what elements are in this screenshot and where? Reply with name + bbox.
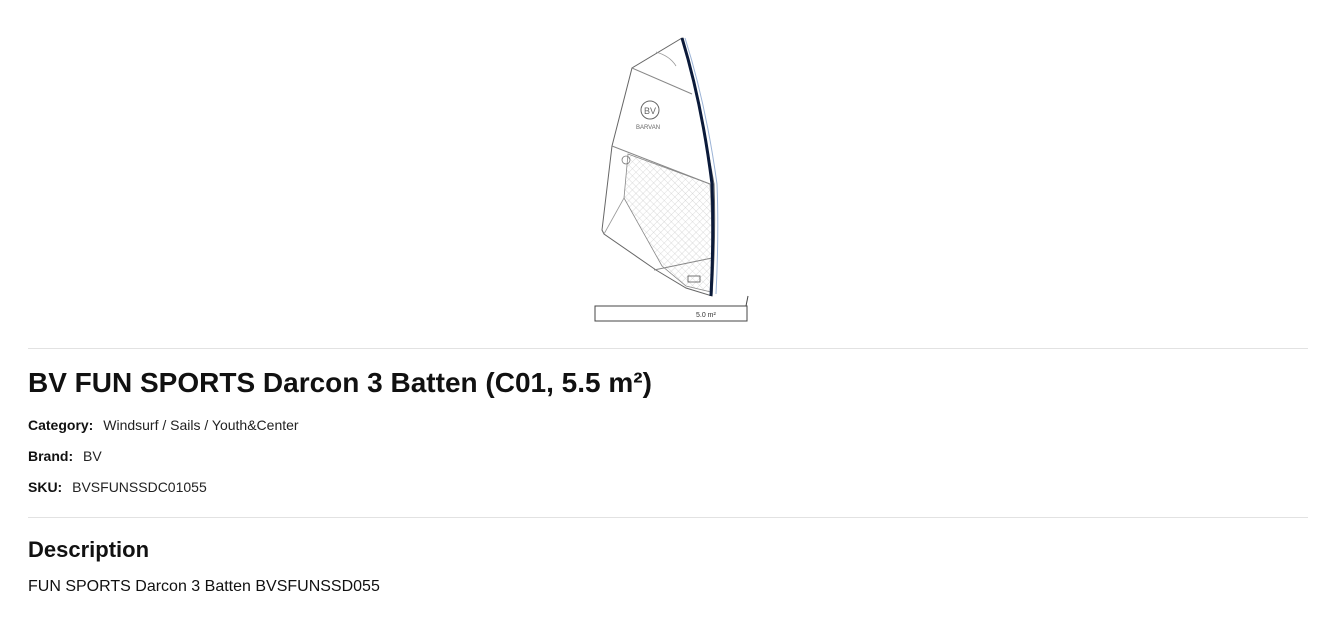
divider [28, 348, 1308, 349]
brand-row: Brand: BV [28, 446, 102, 466]
brand-label: Brand: [28, 448, 74, 464]
sail-size-label: 5.0 m² [696, 312, 717, 319]
description-text: FUN SPORTS Darcon 3 Batten BVSFUNSSD055 [28, 578, 380, 595]
windsurf-sail-drawing: BV BARVAN 5.0 m² [594, 37, 749, 322]
category-label: Category: [28, 417, 94, 433]
divider [28, 517, 1308, 518]
brand-value[interactable]: BV [83, 448, 102, 464]
category-row: Category: Windsurf / Sails / Youth&Cente… [28, 415, 299, 435]
description-heading: Description [28, 537, 150, 562]
product-image[interactable]: BV BARVAN 5.0 m² [590, 34, 754, 326]
sku-row: SKU: BVSFUNSSDC01055 [28, 477, 207, 497]
svg-text:BARVAN: BARVAN [636, 125, 660, 131]
svg-text:BV: BV [644, 106, 656, 116]
category-value[interactable]: Windsurf / Sails / Youth&Center [103, 417, 298, 433]
product-title: BV FUN SPORTS Darcon 3 Batten (C01, 5.5 … [28, 367, 652, 398]
sku-value: BVSFUNSSDC01055 [72, 479, 207, 495]
sku-label: SKU: [28, 479, 63, 495]
